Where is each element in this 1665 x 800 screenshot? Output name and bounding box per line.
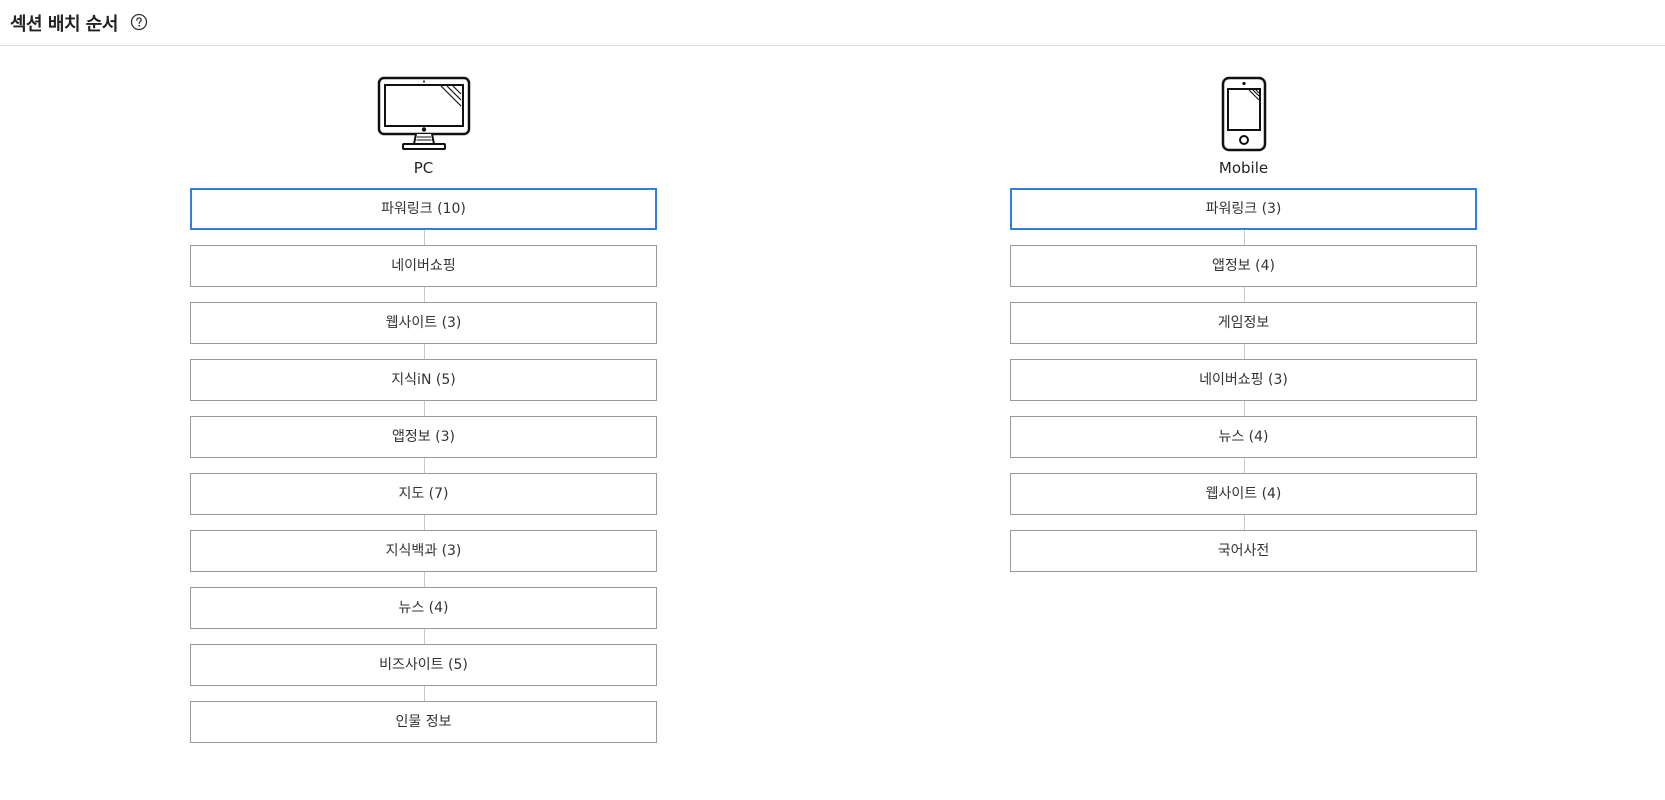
pc-section-item[interactable]: 파워링크 (10) (190, 188, 657, 230)
mobile-section-item[interactable]: 네이버쇼핑 (3) (1010, 344, 1477, 401)
pc-section-list: 파워링크 (10) 네이버쇼핑 웹사이트 (3) 지식iN (5) 앱정보 (3… (190, 188, 657, 743)
mobile-section-item[interactable]: 뉴스 (4) (1010, 401, 1477, 458)
mobile-section-list: 파워링크 (3) 앱정보 (4) 게임정보 네이버쇼핑 (3) 뉴스 (4) 웹… (1010, 188, 1477, 572)
pc-column: PC 파워링크 (10) 네이버쇼핑 웹사이트 (3) 지식iN (5) 앱정보… (190, 76, 657, 758)
pc-section-item[interactable]: 네이버쇼핑 (190, 230, 657, 287)
pc-section-item[interactable]: 인물 정보 (190, 686, 657, 743)
mobile-label: Mobile (1218, 159, 1269, 177)
mobile-section-item[interactable]: 웹사이트 (4) (1010, 458, 1477, 515)
pc-section-item[interactable]: 지도 (7) (190, 458, 657, 515)
mobile-column: Mobile 파워링크 (3) 앱정보 (4) 게임정보 네이버쇼핑 (3) 뉴… (1010, 76, 1477, 587)
mobile-section-item[interactable]: 파워링크 (3) (1010, 188, 1477, 230)
page-title: 섹션 배치 순서 (10, 14, 118, 35)
pc-label: PC (413, 159, 434, 177)
pc-section-item[interactable]: 앱정보 (3) (190, 401, 657, 458)
pc-section-item[interactable]: 비즈사이트 (5) (190, 629, 657, 686)
mobile-section-item[interactable]: 국어사전 (1010, 515, 1477, 572)
pc-section-item[interactable]: 지식백과 (3) (190, 515, 657, 572)
pc-section-item[interactable]: 지식iN (5) (190, 344, 657, 401)
mobile-section-item[interactable]: 게임정보 (1010, 287, 1477, 344)
question-circle-icon[interactable] (130, 13, 148, 31)
pc-section-item[interactable]: 웹사이트 (3) (190, 287, 657, 344)
desktop-monitor-icon (377, 76, 470, 150)
pc-section-item[interactable]: 뉴스 (4) (190, 572, 657, 629)
smartphone-icon (1221, 76, 1266, 152)
section-header: 섹션 배치 순서 (0, 0, 1665, 46)
mobile-section-item[interactable]: 앱정보 (4) (1010, 230, 1477, 287)
